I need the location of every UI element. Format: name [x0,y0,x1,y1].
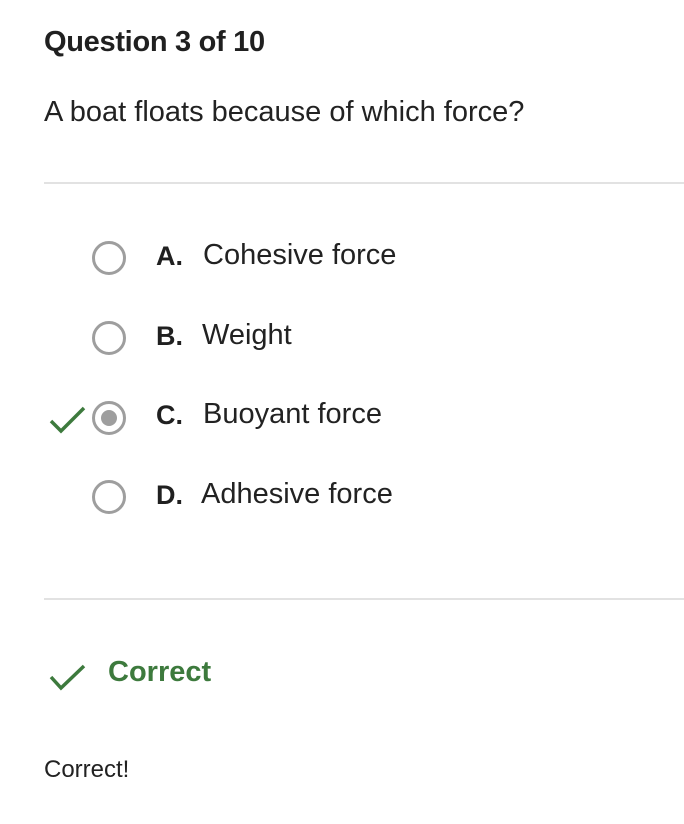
radio-button[interactable] [92,241,126,275]
result-label: Correct [108,656,212,688]
checkmark-icon [49,664,86,691]
radio-button-selected[interactable] [92,401,126,435]
radio-button[interactable] [92,321,126,355]
divider [44,598,684,600]
radio-dot [101,410,117,426]
option-text[interactable]: Cohesive force [203,239,396,272]
option-letter: D. [156,480,183,510]
option-text[interactable]: Weight [202,319,292,352]
option-letter: C. [156,400,183,430]
question-counter: Question 3 of 10 [44,26,265,58]
feedback-text: Correct! [44,756,130,783]
radio-button[interactable] [92,480,126,514]
question-text: A boat floats because of which force? [44,96,525,128]
divider [44,182,684,184]
option-letter: B. [156,321,183,351]
option-text[interactable]: Adhesive force [201,478,393,511]
option-letter: A. [156,241,183,271]
checkmark-icon [49,406,86,434]
option-text[interactable]: Buoyant force [203,398,382,431]
